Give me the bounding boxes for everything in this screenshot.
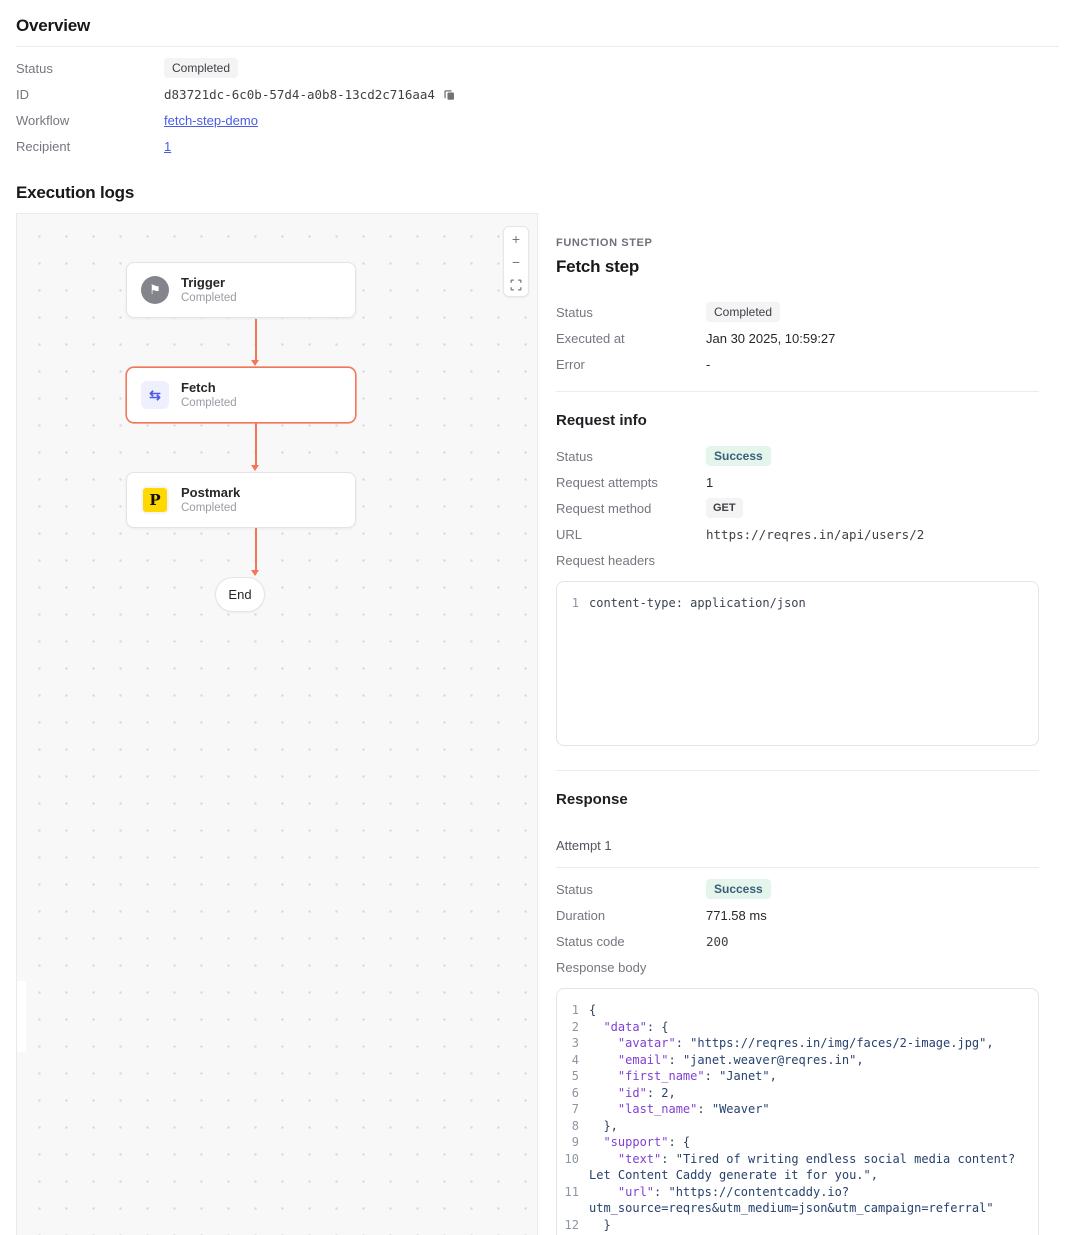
response-duration-row: Duration 771.58 ms [556,902,1039,928]
panel-divider-3 [556,867,1039,868]
overview-title: Overview [16,16,1059,36]
request-attempts-label: Request attempts [556,475,706,490]
node-postmark[interactable]: P Postmark Completed [126,472,356,528]
response-body-row: Response body [556,954,1039,980]
node-trigger-status: Completed [181,291,237,306]
overview-id-row: ID d83721dc-6c0b-57d4-a0b8-13cd2c716aa4 [16,81,1059,107]
request-attempts-value: 1 [706,475,713,490]
response-status-row: Status Success [556,876,1039,902]
workflow-link[interactable]: fetch-step-demo [164,113,258,128]
error-row: Error - [556,351,1039,377]
step-status-label: Status [556,305,706,320]
flag-icon: ⚑ [141,276,169,304]
node-postmark-title: Postmark [181,484,240,501]
executed-at-value: Jan 30 2025, 10:59:27 [706,331,835,346]
canvas-controls: + − [503,226,529,297]
id-label: ID [16,87,164,102]
request-status-row: Status Success [556,443,1039,469]
request-info-title: Request info [556,412,1039,429]
overview-workflow-row: Workflow fetch-step-demo [16,107,1059,133]
status-badge: Completed [164,58,238,78]
request-status-badge: Success [706,446,771,466]
fit-view-icon[interactable] [504,273,528,296]
request-method-row: Request method GET [556,495,1039,521]
node-postmark-status: Completed [181,501,240,516]
request-headers-code: 1content-type: application/json [556,581,1039,746]
zoom-in-button[interactable]: + [504,227,528,250]
execution-logs-title: Execution logs [16,183,1059,203]
request-url-label: URL [556,527,706,542]
response-status-badge: Success [706,879,771,899]
workflow-label: Workflow [16,113,164,128]
response-code-row: Status code 200 [556,928,1039,954]
recipient-link[interactable]: 1 [164,139,171,154]
canvas-left-overlay [16,981,26,1052]
node-end[interactable]: End [215,577,265,612]
request-attempts-row: Request attempts 1 [556,469,1039,495]
request-url-value: https://reqres.in/api/users/2 [706,527,924,542]
node-fetch-status: Completed [181,396,237,411]
request-status-label: Status [556,449,706,464]
edge-trigger-fetch [255,319,257,361]
step-title: Fetch step [556,257,1039,277]
panel-divider-2 [556,770,1039,771]
request-headers-row: Request headers [556,547,1039,573]
request-method-badge: GET [706,498,743,518]
response-body-label: Response body [556,960,706,975]
zoom-out-button[interactable]: − [504,250,528,273]
overview-recipient-row: Recipient 1 [16,133,1059,159]
step-status-badge: Completed [706,302,780,322]
response-body-code[interactable]: 1{ 2 "data": { 3 "avatar": "https://reqr… [556,988,1039,1235]
overview-divider [16,46,1059,47]
response-duration-label: Duration [556,908,706,923]
response-status-label: Status [556,882,706,897]
recipient-label: Recipient [16,139,164,154]
response-code-label: Status code [556,934,706,949]
request-method-label: Request method [556,501,706,516]
response-duration-value: 771.58 ms [706,908,767,923]
step-type-eyebrow: FUNCTION STEP [556,237,1039,249]
executed-at-label: Executed at [556,331,706,346]
swap-arrows-icon: ⇆ [141,381,169,409]
error-label: Error [556,357,706,372]
executed-at-row: Executed at Jan 30 2025, 10:59:27 [556,325,1039,351]
id-value: d83721dc-6c0b-57d4-a0b8-13cd2c716aa4 [164,87,435,102]
panel-divider-1 [556,391,1039,392]
copy-icon[interactable] [443,88,456,101]
request-headers-label: Request headers [556,553,706,568]
node-trigger-title: Trigger [181,274,237,291]
overview-status-row: Status Completed [16,55,1059,81]
node-trigger[interactable]: ⚑ Trigger Completed [126,262,356,318]
error-value: - [706,357,710,372]
workflow-canvas[interactable]: ⚑ Trigger Completed ⇆ Fetch Completed P [16,213,538,1235]
step-execution-page: Overview Status Completed ID d83721dc-6c… [0,0,1075,1235]
edge-fetch-postmark [255,423,257,466]
response-title: Response [556,791,1039,808]
status-label: Status [16,61,164,76]
node-fetch-title: Fetch [181,379,237,396]
edge-postmark-end [255,528,257,571]
attempt-label: Attempt 1 [556,838,1039,853]
overview-section: Overview Status Completed ID d83721dc-6c… [0,16,1075,203]
node-fetch[interactable]: ⇆ Fetch Completed [126,367,356,423]
step-detail-panel: FUNCTION STEP Fetch step Status Complete… [556,213,1059,1235]
response-code-value: 200 [706,934,729,949]
step-status-row: Status Completed [556,299,1039,325]
request-url-row: URL https://reqres.in/api/users/2 [556,521,1039,547]
postmark-icon: P [141,486,169,514]
